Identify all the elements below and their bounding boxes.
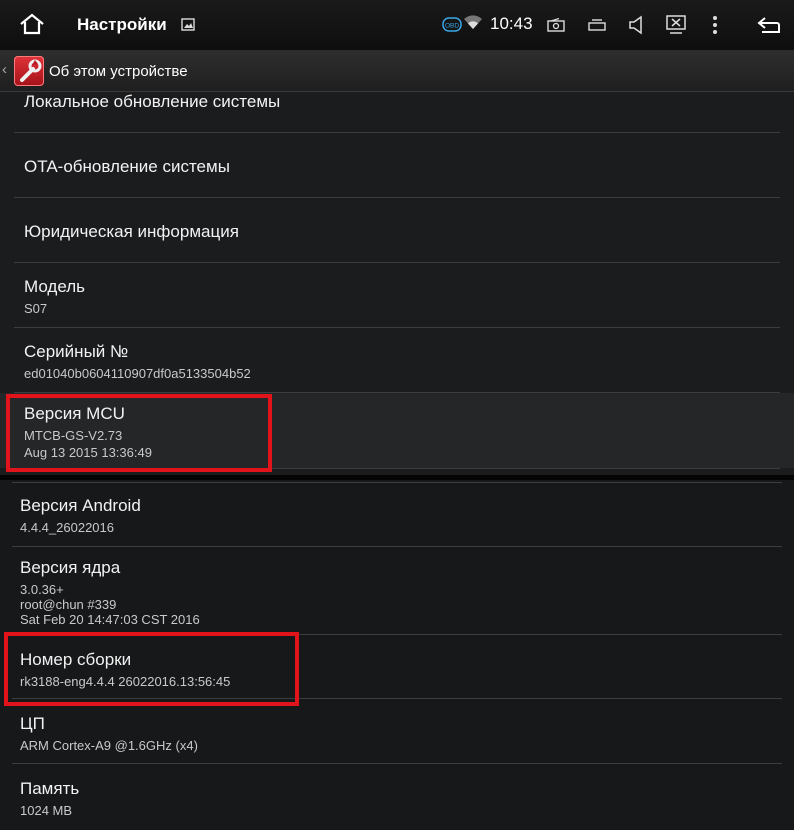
list-item-model: Модель S07 — [0, 263, 794, 327]
list-item-title: Версия Android — [20, 496, 141, 515]
home-icon[interactable] — [18, 12, 46, 41]
list-item-title: ЦП — [20, 714, 45, 733]
list-item-title: Юридическая информация — [24, 222, 239, 241]
back-arrow-icon[interactable] — [756, 15, 782, 40]
screen-off-icon[interactable] — [665, 15, 687, 40]
list-item-title: Модель — [24, 277, 86, 296]
list-item-serial: Серийный № ed01040b0604110907df0a5133504… — [0, 328, 794, 392]
volume-icon[interactable] — [627, 15, 647, 40]
action-bar-title: Об этом устройстве — [49, 63, 188, 80]
list-item-legal-info[interactable]: Юридическая информация — [0, 198, 794, 262]
settings-app-icon[interactable] — [14, 56, 44, 86]
list-item-title: Память — [20, 779, 80, 798]
list-item-value: ed01040b0604110907df0a5133504b52 — [24, 366, 251, 381]
list-item-ota-update[interactable]: OTA-обновление системы — [0, 133, 794, 197]
list-item-value: Sat Feb 20 14:47:03 CST 2016 — [20, 612, 200, 627]
list-item-value: 4.4.4_26022016 — [20, 520, 114, 535]
radio-icon[interactable] — [547, 17, 565, 37]
list-item-memory: Память 1024 MB — [0, 764, 794, 830]
highlight-box-build — [4, 632, 299, 706]
page-title: Настройки — [77, 15, 167, 34]
list-item-local-update[interactable]: Локальное обновление системы — [0, 92, 794, 132]
highlight-box-mcu — [6, 394, 272, 472]
window-icon[interactable] — [587, 18, 607, 37]
clock: 10:43 — [490, 14, 533, 33]
overflow-menu-icon[interactable] — [710, 15, 720, 40]
obd-icon: OBD — [442, 17, 462, 37]
list-item-value: S07 — [24, 301, 48, 316]
list-item-value: 1024 MB — [20, 803, 73, 818]
status-bar: Настройки OBD 10:43 — [0, 0, 794, 51]
image-icon — [181, 18, 195, 36]
list-item-title: Локальное обновление системы — [24, 92, 281, 111]
list-item-value: ARM Cortex-A9 @1.6GHz (x4) — [20, 738, 198, 753]
settings-list-bottom: Версия Android 4.4.4_26022016 Версия ядр… — [0, 480, 794, 830]
list-item-android-version[interactable]: Версия Android 4.4.4_26022016 — [0, 483, 794, 546]
settings-list-top: Локальное обновление системы OTA-обновле… — [0, 92, 794, 475]
list-item-value: root@chun #339 — [20, 597, 117, 612]
list-item-title: Версия ядра — [20, 558, 121, 577]
wifi-icon — [463, 15, 483, 36]
list-item-title: Серийный № — [24, 342, 129, 361]
chevron-left-icon[interactable]: ‹ — [2, 61, 7, 78]
list-item-kernel-version: Версия ядра 3.0.36+ root@chun #339 Sat F… — [0, 547, 794, 634]
list-item-cpu: ЦП ARM Cortex-A9 @1.6GHz (x4) — [0, 699, 794, 762]
list-item-value: 3.0.36+ — [20, 582, 64, 597]
svg-text:OBD: OBD — [445, 23, 459, 30]
list-item-title: OTA-обновление системы — [24, 157, 230, 176]
action-bar: ‹ Об этом устройстве — [0, 51, 794, 92]
